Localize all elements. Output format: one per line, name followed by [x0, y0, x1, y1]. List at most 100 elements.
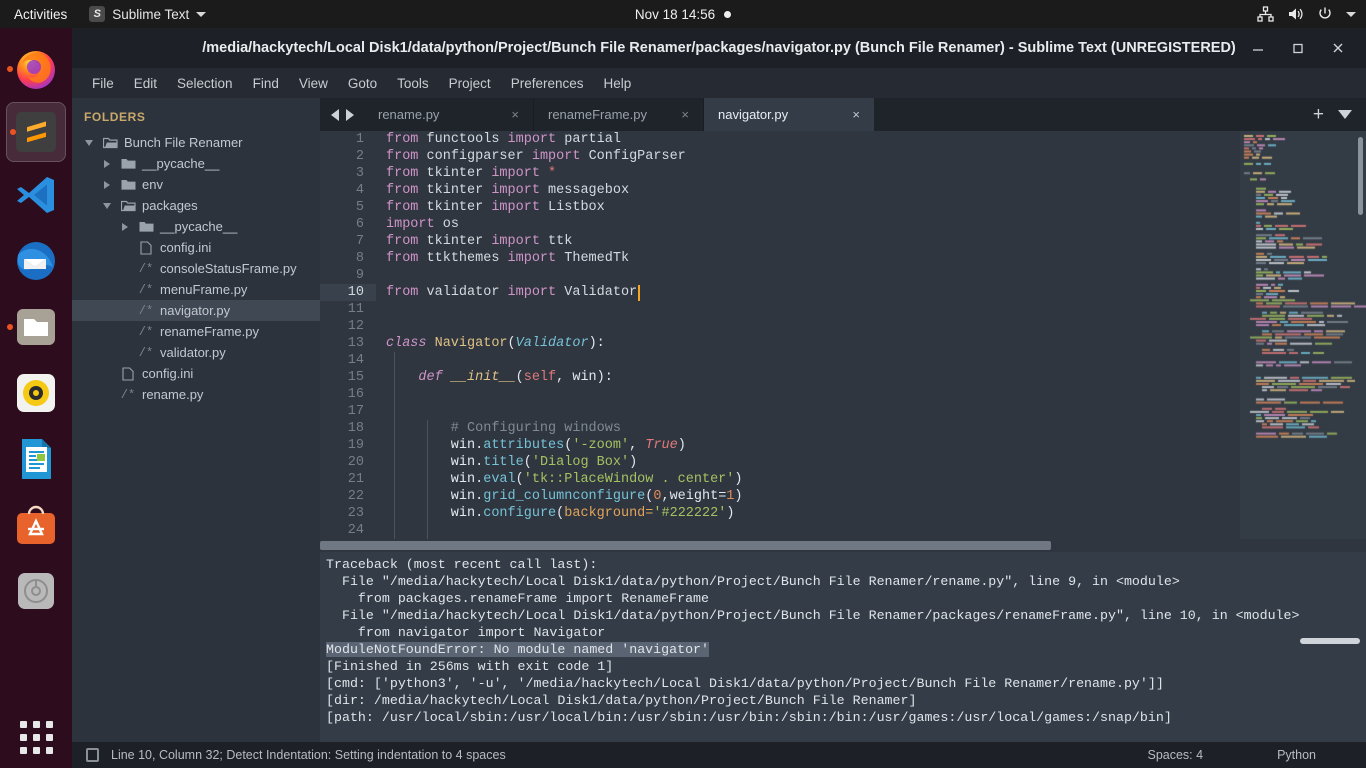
code-text: from tkinter import Listbox [386, 200, 605, 215]
status-bar: Line 10, Column 32; Detect Indentation: … [72, 742, 1366, 768]
tab-navigator-py[interactable]: navigator.py × [704, 98, 874, 131]
tab-close-icon[interactable]: × [852, 107, 860, 122]
tree-item-label: Bunch File Renamer [124, 135, 243, 150]
spaces-indicator[interactable]: Spaces: 4 [1147, 748, 1203, 762]
network-icon[interactable] [1257, 6, 1274, 22]
status-message: Line 10, Column 32; Detect Indentation: … [111, 748, 506, 762]
activities-button[interactable]: Activities [0, 7, 79, 22]
line-number: 12 [347, 319, 364, 334]
console-scrollbar[interactable] [1300, 638, 1360, 644]
tab-bar-actions: + [1240, 98, 1366, 131]
previous-tab-arrow[interactable] [330, 108, 339, 121]
twisty-expanded-icon[interactable] [100, 202, 114, 209]
tree-item-bunch-file-renamer[interactable]: Bunch File Renamer [72, 132, 320, 153]
clock-button[interactable]: Nov 18 14:56 [573, 7, 793, 22]
sublime-text-icon [16, 112, 56, 152]
menu-project[interactable]: Project [439, 72, 501, 95]
power-icon[interactable] [1317, 6, 1333, 22]
tree-item-config-ini[interactable]: config.ini [72, 237, 320, 258]
tree-item-config-ini[interactable]: config.ini [72, 363, 320, 384]
show-applications-button[interactable] [0, 721, 72, 754]
minimap-scrollbar[interactable] [1358, 137, 1363, 215]
dock-item-firefox[interactable] [4, 36, 68, 102]
syntax-indicator[interactable]: Python [1277, 748, 1316, 762]
menu-help[interactable]: Help [594, 72, 642, 95]
build-output-console[interactable]: Traceback (most recent call last): File … [320, 552, 1366, 742]
dock-item-files[interactable] [4, 294, 68, 360]
python-file-icon: /* [138, 303, 154, 318]
menu-preferences[interactable]: Preferences [501, 72, 594, 95]
line-number: 14 [347, 353, 364, 368]
code-lines: 1 from functools import partial 2 from conf… [320, 131, 1240, 539]
line-number: 19 [347, 438, 364, 453]
menu-edit[interactable]: Edit [124, 72, 167, 95]
dock-item-thunderbird[interactable] [4, 228, 68, 294]
code-line: 17 [320, 403, 1240, 420]
horizontal-scrollbar-thumb[interactable] [320, 541, 1051, 550]
menu-tools[interactable]: Tools [387, 72, 439, 95]
menu-find[interactable]: Find [243, 72, 289, 95]
disk-usage-icon [18, 573, 54, 609]
indent-guide [394, 352, 395, 539]
tree-item-menuframe-py[interactable]: /* menuFrame.py [72, 279, 320, 300]
chevron-down-icon[interactable] [1346, 11, 1356, 17]
tree-item-env[interactable]: env [72, 174, 320, 195]
new-tab-button[interactable]: + [1313, 105, 1324, 124]
line-number: 9 [355, 268, 364, 283]
close-button[interactable] [1318, 28, 1358, 68]
horizontal-scrollbar[interactable] [320, 539, 1366, 552]
tree-item-packages[interactable]: packages [72, 195, 320, 216]
dock-item-libreoffice-writer[interactable] [4, 426, 68, 492]
indentation-icon[interactable] [86, 748, 99, 762]
running-indicator [7, 324, 13, 330]
tab-close-icon[interactable]: × [681, 107, 689, 122]
tree-item-renameframe-py[interactable]: /* renameFrame.py [72, 321, 320, 342]
tree-item--pycache-[interactable]: __pycache__ [72, 153, 320, 174]
tree-item-label: validator.py [160, 345, 226, 360]
line-number: 2 [355, 149, 364, 164]
menu-file[interactable]: File [82, 72, 124, 95]
dock-item-ubuntu-software[interactable] [4, 492, 68, 558]
volume-icon[interactable] [1287, 6, 1304, 22]
python-file-icon: /* [138, 261, 154, 276]
minimize-button[interactable] [1238, 28, 1278, 68]
file-icon [138, 240, 154, 255]
code-text: from tkinter import ttk [386, 234, 573, 249]
console-line: Traceback (most recent call last): [326, 557, 598, 572]
dock-item-rhythmbox[interactable] [4, 360, 68, 426]
tree-item-consolestatusframe-py[interactable]: /* consoleStatusFrame.py [72, 258, 320, 279]
app-menu-button[interactable]: S Sublime Text [79, 6, 216, 22]
twisty-collapsed-icon[interactable] [118, 222, 132, 231]
code-line: 8 from ttkthemes import ThemedTk [320, 250, 1240, 267]
twisty-collapsed-icon[interactable] [100, 180, 114, 189]
dock-item-disk-usage[interactable] [4, 558, 68, 624]
code-text: import os [386, 217, 459, 232]
tab-rename-py[interactable]: rename.py × [364, 98, 534, 131]
dock-item-visual-studio-code[interactable] [4, 162, 68, 228]
tab-label: navigator.py [718, 107, 789, 122]
menu-selection[interactable]: Selection [167, 72, 243, 95]
tab-dropdown-icon[interactable] [1338, 110, 1352, 119]
twisty-collapsed-icon[interactable] [100, 159, 114, 168]
menu-goto[interactable]: Goto [338, 72, 387, 95]
next-tab-arrow[interactable] [345, 108, 354, 121]
dock-item-sublime-text[interactable] [6, 102, 66, 162]
code-view[interactable]: 1 from functools import partial 2 from conf… [320, 131, 1240, 539]
twisty-expanded-icon[interactable] [82, 139, 96, 146]
folder-icon [120, 178, 136, 191]
sublime-text-window: /media/hackytech/Local Disk1/data/python… [72, 28, 1366, 768]
tree-item-validator-py[interactable]: /* validator.py [72, 342, 320, 363]
tab-close-icon[interactable]: × [511, 107, 519, 122]
minimap[interactable] [1240, 131, 1366, 539]
menu-view[interactable]: View [289, 72, 338, 95]
minimap-canvas [1240, 131, 1366, 539]
tree-item--pycache-[interactable]: __pycache__ [72, 216, 320, 237]
maximize-button[interactable] [1278, 28, 1318, 68]
line-number: 3 [355, 166, 364, 181]
system-tray [1257, 6, 1356, 22]
tab-nav-arrows[interactable] [320, 98, 364, 131]
tree-item-rename-py[interactable]: /* rename.py [72, 384, 320, 405]
tree-item-navigator-py[interactable]: /* navigator.py [72, 300, 320, 321]
tab-renameframe-py[interactable]: renameFrame.py × [534, 98, 704, 131]
